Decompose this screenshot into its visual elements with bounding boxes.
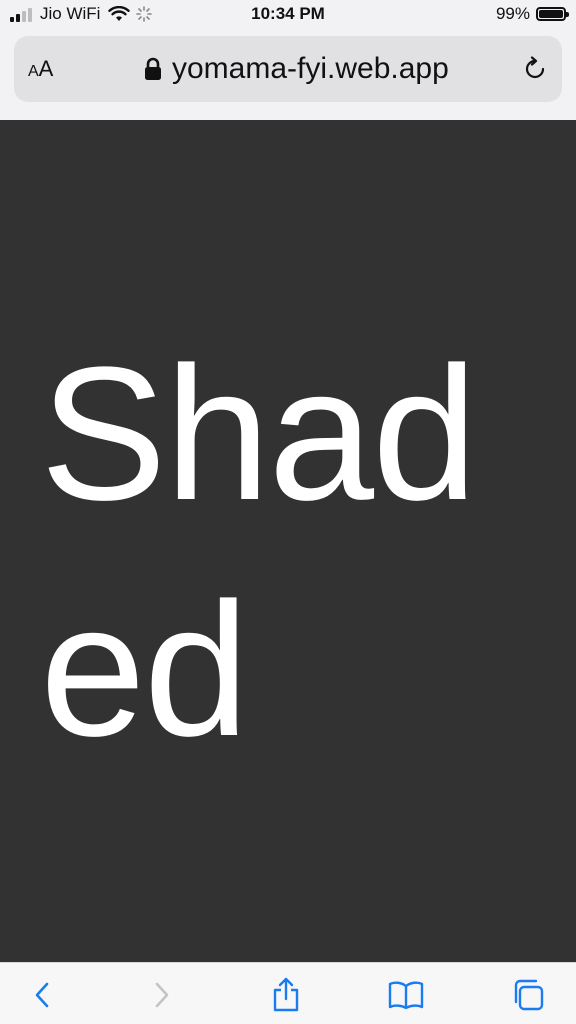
text-size-button[interactable]: A A: [28, 36, 53, 102]
tabs-icon: [514, 979, 544, 1011]
page-headline: Shaded: [40, 328, 478, 776]
lock-icon: [145, 57, 161, 80]
url-text: yomama-fyi.web.app: [172, 52, 449, 85]
reload-icon[interactable]: [522, 56, 548, 82]
web-content: Shaded: [0, 120, 576, 962]
text-size-big-a: A: [38, 56, 54, 81]
status-time: 10:34 PM: [251, 4, 325, 23]
share-icon: [273, 977, 299, 1012]
battery-icon: [536, 7, 569, 21]
back-button[interactable]: [24, 977, 60, 1013]
book-icon: [388, 981, 424, 1010]
forward-button[interactable]: [144, 977, 180, 1013]
bookmarks-button[interactable]: [388, 977, 424, 1013]
status-right: 99%: [495, 4, 569, 24]
address-bar[interactable]: A A yomama-fyi.web.app: [14, 36, 562, 102]
battery-percent: 99%: [495, 4, 530, 23]
browser-toolbar: [0, 962, 576, 1024]
status-bar: Jio WiFi 10:34 PM 99%: [0, 0, 576, 30]
chevron-left-icon: [35, 982, 49, 1008]
text-size-small-a: A: [28, 63, 39, 80]
share-button[interactable]: [268, 977, 304, 1013]
chevron-right-icon: [155, 982, 169, 1008]
tabs-button[interactable]: [510, 977, 546, 1013]
url-display[interactable]: yomama-fyi.web.app: [144, 36, 449, 102]
